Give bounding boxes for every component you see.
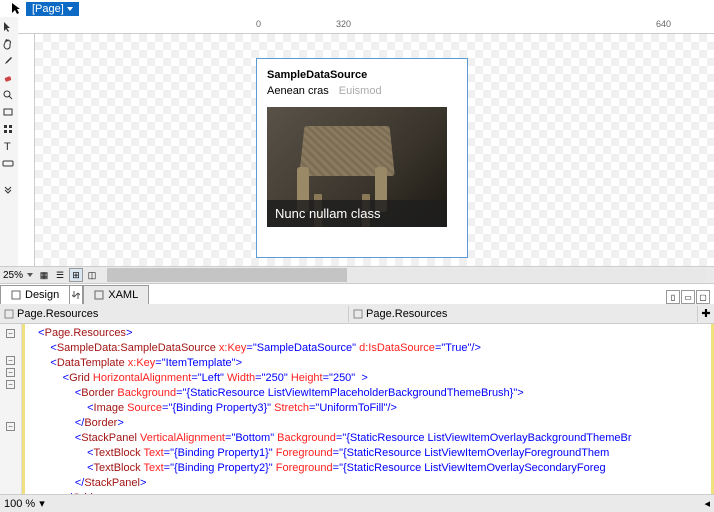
code-text[interactable]: <Page.Resources> <SampleData:SampleDataS… (22, 324, 714, 494)
horizontal-ruler: 0 320 640 (18, 17, 714, 34)
title-secondary: Euismod (339, 85, 382, 97)
fold-toggle[interactable]: − (6, 368, 15, 377)
canvas[interactable]: SampleDataSource Aenean cras Euismod Nun… (35, 34, 714, 266)
split-horizontal[interactable]: ▭ (681, 290, 695, 304)
view-snap[interactable]: ◫ (85, 268, 99, 282)
item-caption: Nunc nullam class (267, 200, 447, 227)
button-tool[interactable] (0, 155, 16, 171)
chevron-down-icon[interactable] (27, 273, 33, 277)
fold-toggle[interactable]: − (6, 329, 15, 338)
grid-tool[interactable] (0, 121, 16, 137)
fold-toggle[interactable]: − (6, 422, 15, 431)
view-list[interactable]: ☰ (53, 268, 67, 282)
expand-tools[interactable] (0, 181, 16, 197)
rect-tool[interactable] (0, 104, 16, 120)
item-tile[interactable]: Nunc nullam class (267, 107, 447, 227)
xaml-icon (94, 290, 104, 300)
chevron-down-icon (67, 7, 73, 11)
fold-toggle[interactable]: − (6, 380, 15, 389)
fold-toggle[interactable]: − (6, 356, 15, 365)
footer-zoom[interactable]: 100 % (4, 498, 35, 510)
add-button[interactable]: ✚ (698, 307, 714, 320)
split-collapse[interactable]: ▢ (696, 290, 710, 304)
zoom-tool[interactable] (0, 87, 16, 103)
datasource-label: SampleDataSource (267, 69, 457, 81)
swap-panes[interactable] (69, 285, 83, 304)
tab-xaml[interactable]: XAML (83, 285, 149, 304)
title-primary: Aenean cras (267, 85, 329, 97)
fold-gutter[interactable]: − − − − − (0, 324, 22, 494)
brush-tool[interactable] (0, 53, 16, 69)
element-dropdown-right[interactable]: Page.Resources (349, 306, 698, 322)
code-editor[interactable]: − − − − − <Page.Resources> <SampleData:S… (0, 324, 714, 494)
horizontal-scrollbar[interactable] (107, 268, 707, 282)
toolbox: T (0, 17, 18, 266)
view-fit[interactable]: ⊞ (69, 268, 83, 282)
eraser-tool[interactable] (0, 70, 16, 86)
element-icon (4, 309, 14, 319)
text-tool[interactable]: T (0, 138, 16, 154)
vertical-ruler (18, 34, 35, 266)
pan-tool[interactable] (0, 36, 16, 52)
element-dropdown-left[interactable]: Page.Resources (0, 306, 349, 322)
cursor-icon (12, 3, 22, 15)
split-vertical[interactable]: ▯ (666, 290, 680, 304)
design-icon (11, 290, 21, 300)
pointer-tool[interactable] (0, 19, 16, 35)
element-icon (353, 309, 363, 319)
page-preview[interactable]: SampleDataSource Aenean cras Euismod Nun… (256, 58, 468, 258)
view-grid[interactable]: ▦ (37, 268, 51, 282)
tab-design[interactable]: Design (0, 285, 70, 304)
swap-icon (72, 290, 80, 300)
breadcrumb[interactable]: [Page] (26, 2, 79, 16)
svg-text:T: T (4, 141, 11, 152)
design-surface[interactable]: T 0 320 640 SampleDataSource Aenean cras… (0, 17, 714, 266)
scroll-left[interactable]: ◂ (704, 497, 710, 510)
zoom-level[interactable]: 25% (3, 270, 23, 281)
